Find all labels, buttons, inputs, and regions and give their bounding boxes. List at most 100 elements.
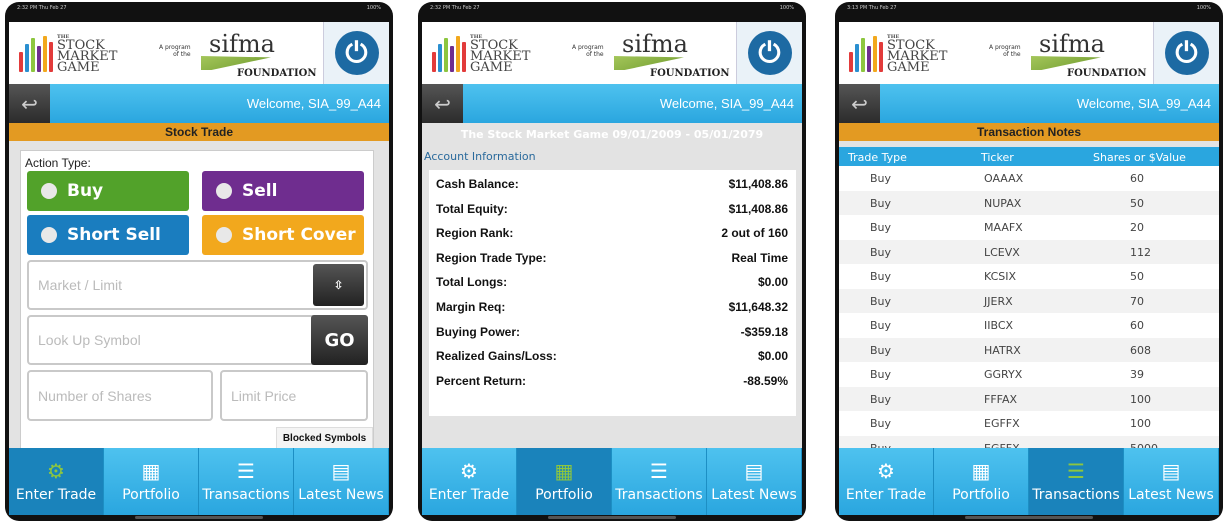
tab-enter-trade[interactable]: ⚙ Enter Trade [422,448,517,515]
gear-icon: ⚙ [47,458,65,483]
grid-icon: ▦ [971,458,991,483]
logout-button[interactable]: ⏻ [736,22,802,84]
tab-latest-news[interactable]: ▤ Latest News [1124,448,1219,515]
stock-market-game-logo: THE STOCK MARKET GAME [849,34,947,74]
tab-label: Latest News [711,486,797,503]
welcome-bar: ↩ Welcome, SIA_99_A44 [839,84,1219,123]
tab-portfolio[interactable]: ▦ Portfolio [934,448,1029,515]
tab-latest-news[interactable]: ▤ Latest News [294,448,389,515]
gear-icon: ⚙ [460,458,478,483]
tab-label: Enter Trade [428,486,510,503]
tab-enter-trade[interactable]: ⚙ Enter Trade [9,448,104,515]
transaction-row[interactable]: Buy GGRYX 39 [839,362,1219,387]
transaction-row[interactable]: Buy JJERX 70 [839,288,1219,313]
short-sell-radio[interactable]: Short Sell [27,215,189,255]
back-button[interactable]: ↩ [839,84,880,123]
transaction-row[interactable]: Buy IIBCX 60 [839,313,1219,338]
app-header: THE STOCK MARKET GAME A program of the sifma… [839,22,1153,84]
transaction-row[interactable]: Buy NUPAX 50 [839,190,1219,215]
home-indicator [135,516,263,519]
status-bar: 3:13 PM Thu Feb 27 100% [835,2,1223,22]
tab-transactions[interactable]: ☰ Transactions [612,448,707,515]
game-title: The Stock Market Game 09/01/2009 - 05/01… [460,128,764,141]
transaction-row[interactable]: Buy FFFAX 100 [839,386,1219,411]
status-time: 2:32 PM Thu Feb 27 [430,5,480,11]
tab-bar: ⚙ Enter Trade ▦ Portfolio ☰ Transactions ▤ Late… [839,448,1219,515]
welcome-text: Welcome, SIA_99_A44 [246,96,381,111]
ipad-screen-2: 2:32 PM Thu Feb 27 100% THE STOCK MARKET GAM… [418,2,806,521]
tab-transactions[interactable]: ☰ Transactions [199,448,294,515]
tab-label: Portfolio [535,486,593,503]
list-icon: ☰ [1067,458,1085,483]
ipad-screen-1: 2:32 PM Thu Feb 27 100% THE STOCK MARKET GAM… [5,2,393,521]
sifma-logo: sifma [622,30,688,58]
power-icon: ⏻ [334,31,379,75]
stock-market-game-logo: THE STOCK MARKET GAME [19,34,117,74]
limit-price-input[interactable]: Limit Price [220,370,368,421]
buy-radio[interactable]: Buy [27,171,189,211]
tab-portfolio[interactable]: ▦ Portfolio [517,448,612,515]
action-type-label: Action Type: [25,156,91,170]
go-button[interactable]: GO [311,315,368,365]
status-time: 3:13 PM Thu Feb 27 [847,5,897,11]
news-icon: ▤ [331,458,351,483]
sell-radio[interactable]: Sell [202,171,364,211]
gear-icon: ⚙ [877,458,895,483]
transaction-row[interactable]: Buy KCSIX 50 [839,264,1219,289]
tab-portfolio[interactable]: ▦ Portfolio [104,448,199,515]
battery-level: 100% [779,5,794,11]
ipad-screen-3: 3:13 PM Thu Feb 27 100% THE STOCK MARKET GAM… [835,2,1223,521]
welcome-bar: ↩ Welcome, SIA_99_A44 [9,84,389,123]
account-table: Cash Balance: $11,408.86 Total Equity: $11,… [429,170,796,416]
select-arrows-icon[interactable]: ⇳ [313,264,364,306]
program-text: A program of the [572,44,604,58]
transaction-row[interactable]: Buy EGFFX 100 [839,411,1219,436]
tab-bar: ⚙ Enter Trade ▦ Portfolio ☰ Transactions ▤ Late… [9,448,389,515]
tab-transactions[interactable]: ☰ Transactions [1029,448,1124,515]
tab-label: Portfolio [122,486,180,503]
foundation-text: FOUNDATION [237,68,317,79]
foundation-text: FOUNDATION [650,68,730,79]
app-header: THE STOCK MARKET GAME A program of the sifma… [422,22,736,84]
list-icon: ☰ [650,458,668,483]
tab-label: Transactions [615,486,703,503]
back-button[interactable]: ↩ [422,84,463,123]
short-cover-radio[interactable]: Short Cover [202,215,364,255]
logout-button[interactable]: ⏻ [323,22,389,84]
back-arrow-icon: ↩ [851,91,868,116]
program-text: A program of the [159,44,191,58]
tab-bar: ⚙ Enter Trade ▦ Portfolio ☰ Transactions ▤ Late… [422,448,802,515]
number-of-shares-input[interactable]: Number of Shares [27,370,213,421]
trade-form: Action Type: Buy Sell Short Sell Short C… [20,150,374,450]
sifma-logo: sifma [209,30,275,58]
welcome-text: Welcome, SIA_99_A44 [1076,96,1211,111]
status-bar: 2:32 PM Thu Feb 27 100% [418,2,806,22]
blocked-symbols-button[interactable]: Blocked Symbols [276,427,373,449]
home-indicator [548,516,676,519]
home-indicator [965,516,1093,519]
section-heading: Account Information [424,150,536,163]
transaction-row[interactable]: Buy OAAAX 60 [839,166,1219,191]
status-bar: 2:32 PM Thu Feb 27 100% [5,2,393,22]
power-icon: ⏻ [1164,31,1209,75]
stock-market-game-logo: THE STOCK MARKET GAME [432,34,530,74]
welcome-text: Welcome, SIA_99_A44 [659,96,794,111]
tab-latest-news[interactable]: ▤ Latest News [707,448,802,515]
sifma-logo: sifma [1039,30,1105,58]
grid-icon: ▦ [554,458,574,483]
page-title: Stock Trade [9,123,389,141]
transaction-row[interactable]: Buy MAAFX 20 [839,215,1219,240]
tab-label: Enter Trade [845,486,927,503]
page-title: Transaction Notes [839,123,1219,141]
news-icon: ▤ [1161,458,1181,483]
back-button[interactable]: ↩ [9,84,50,123]
tab-label: Enter Trade [15,486,97,503]
logout-button[interactable]: ⏻ [1153,22,1219,84]
tab-enter-trade[interactable]: ⚙ Enter Trade [839,448,934,515]
program-text: A program of the [989,44,1021,58]
grid-icon: ▦ [141,458,161,483]
tab-label: Latest News [1128,486,1214,503]
transaction-row[interactable]: Buy HATRX 608 [839,337,1219,362]
transaction-row[interactable]: Buy LCEVX 112 [839,239,1219,264]
foundation-text: FOUNDATION [1067,68,1147,79]
